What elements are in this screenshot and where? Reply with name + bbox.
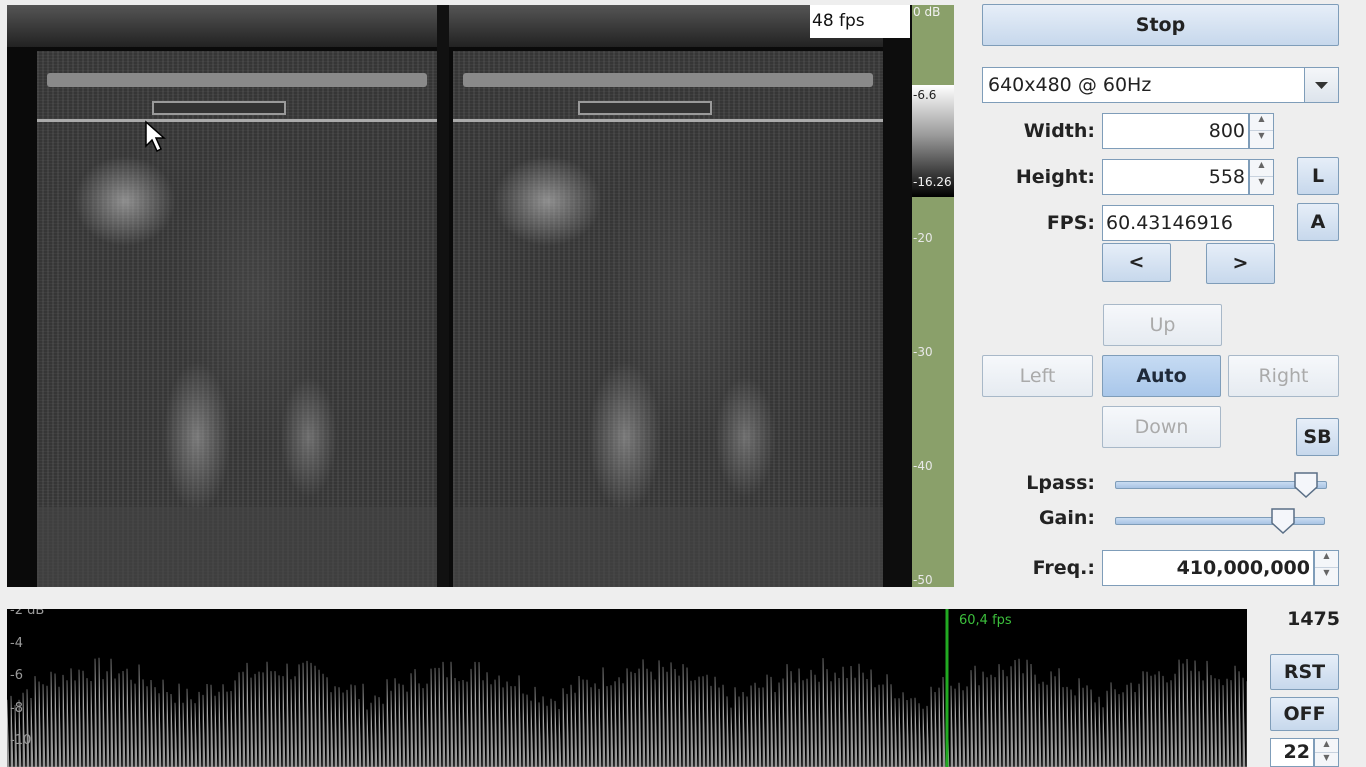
spectrum-y-label: -2 dB xyxy=(10,609,45,618)
spectrum-display[interactable]: -2 dB -4 -6 -8 -10 60,4 fps xyxy=(7,609,1247,767)
mode-select-value: 640x480 @ 60Hz xyxy=(988,74,1152,96)
meter-label: -30 xyxy=(913,345,933,359)
video-preview[interactable] xyxy=(7,5,912,587)
spin-down-icon[interactable]: ▼ xyxy=(1315,568,1338,585)
spin-up-icon[interactable]: ▲ xyxy=(1315,739,1338,753)
next-button[interactable]: > xyxy=(1206,243,1275,284)
stop-button[interactable]: Stop xyxy=(982,4,1339,46)
freq-spinner[interactable]: ▲ ▼ xyxy=(1314,550,1339,586)
level-meter: 0 dB -6.6 -16.26 -20 -30 -40 -50 xyxy=(912,5,954,587)
spectrum-y-label: -4 xyxy=(10,636,23,651)
fps-overlay: 48 fps xyxy=(810,5,910,38)
bottom-spinner-value: 22 xyxy=(1283,741,1310,763)
mode-select[interactable]: 640x480 @ 60Hz xyxy=(982,67,1339,103)
spectrum-plot xyxy=(7,609,1247,767)
off-button[interactable]: OFF xyxy=(1270,697,1339,731)
spin-down-icon[interactable]: ▼ xyxy=(1250,131,1273,148)
gain-label: Gain: xyxy=(1038,507,1095,529)
down-button[interactable]: Down xyxy=(1102,406,1221,448)
up-button[interactable]: Up xyxy=(1103,304,1222,346)
video-frame-left xyxy=(37,51,437,587)
spin-down-icon[interactable]: ▼ xyxy=(1250,177,1273,194)
lpass-slider-thumb[interactable] xyxy=(1293,471,1319,499)
auto-button[interactable]: Auto xyxy=(1102,355,1221,397)
spectrum-y-label: -10 xyxy=(10,733,32,748)
meter-label: -16.26 xyxy=(913,175,952,189)
spin-down-icon[interactable]: ▼ xyxy=(1315,753,1338,767)
meter-label: 0 dB xyxy=(913,5,941,19)
meter-label: -40 xyxy=(913,459,933,473)
a-button[interactable]: A xyxy=(1297,203,1339,241)
video-frame-right xyxy=(453,51,883,587)
spectrum-y-label: -6 xyxy=(10,668,23,683)
meter-label: -6.6 xyxy=(913,88,937,102)
width-field[interactable]: 800 xyxy=(1102,113,1249,149)
spectrum-y-label: -8 xyxy=(10,701,23,716)
freq-label: Freq.: xyxy=(1032,557,1095,579)
sb-button[interactable]: SB xyxy=(1296,418,1339,456)
height-field[interactable]: 558 xyxy=(1102,159,1249,195)
height-spinner[interactable]: ▲ ▼ xyxy=(1249,159,1274,195)
width-value: 800 xyxy=(1208,120,1245,142)
lpass-label: Lpass: xyxy=(1026,472,1095,494)
spin-up-icon[interactable]: ▲ xyxy=(1315,551,1338,568)
bottom-spinner[interactable]: ▲ ▼ xyxy=(1314,738,1339,767)
meter-label: -50 xyxy=(913,573,933,587)
freq-value: 410,000,000 xyxy=(1176,557,1310,579)
l-button[interactable]: L xyxy=(1297,157,1339,195)
right-button[interactable]: Right xyxy=(1228,355,1339,397)
left-button[interactable]: Left xyxy=(982,355,1093,397)
sample-count: 1475 xyxy=(1287,608,1340,630)
spectrum-fps-marker-label: 60,4 fps xyxy=(959,613,1012,628)
spin-up-icon[interactable]: ▲ xyxy=(1250,160,1273,177)
mouse-cursor-icon xyxy=(145,120,166,153)
meter-label: -20 xyxy=(913,231,933,245)
prev-button[interactable]: < xyxy=(1102,243,1171,282)
fps-field[interactable]: 60.43146916 xyxy=(1102,205,1274,241)
width-label: Width: xyxy=(1023,120,1095,142)
width-spinner[interactable]: ▲ ▼ xyxy=(1249,113,1274,149)
fps-label: FPS: xyxy=(1046,212,1095,234)
rst-button[interactable]: RST xyxy=(1270,654,1339,690)
spin-up-icon[interactable]: ▲ xyxy=(1250,114,1273,131)
bottom-spinner-field[interactable]: 22 xyxy=(1270,738,1314,767)
spectrum-trace xyxy=(7,657,1247,767)
fps-value: 60.43146916 xyxy=(1106,212,1233,234)
dropdown-arrow-button[interactable] xyxy=(1304,68,1338,102)
gain-slider-thumb[interactable] xyxy=(1270,507,1296,535)
freq-field[interactable]: 410,000,000 xyxy=(1102,550,1314,586)
height-label: Height: xyxy=(1015,166,1095,188)
height-value: 558 xyxy=(1208,166,1245,188)
chevron-down-icon xyxy=(1315,82,1328,89)
